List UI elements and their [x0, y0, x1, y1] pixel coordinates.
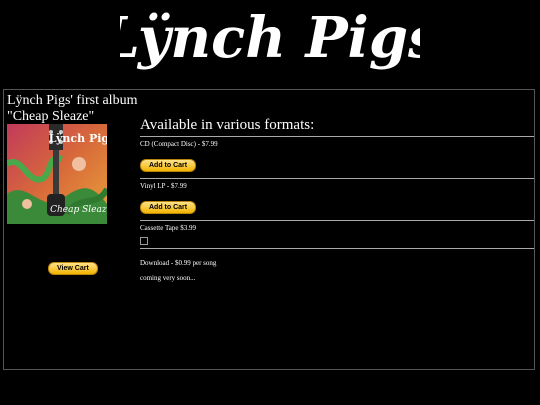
cover-text-bottom: Cheap Sleaze — [50, 205, 107, 215]
formats-section: Available in various formats: CD (Compac… — [140, 116, 534, 282]
album-title-line1: Lÿnch Pigs' first album — [7, 93, 138, 108]
album-title-line2: "Cheap Sleaze" — [7, 109, 95, 124]
format-cassette-label: Cassette Tape $3.99 — [140, 224, 196, 232]
site-logo: Lÿnch Pigs — [120, 5, 420, 71]
album-title: Lÿnch Pigs' first album "Cheap Sleaze" — [7, 93, 137, 125]
divider — [140, 136, 534, 137]
format-vinyl-label: Vinyl LP - $7.99 — [140, 182, 187, 190]
logo-text: Lÿnch Pigs — [120, 5, 420, 71]
album-cover-image: Lÿnch Pigs Cheap Sleaze — [7, 124, 107, 224]
format-cd-label: CD (Compact Disc) - $7.99 — [140, 140, 218, 148]
divider — [140, 178, 534, 179]
divider — [140, 220, 534, 221]
format-download-label: Download - $0.99 per song — [140, 259, 217, 267]
content-panel: Lÿnch Pigs' first album "Cheap Sleaze" L… — [3, 89, 535, 370]
cover-text-top: Lÿnch Pigs — [49, 132, 107, 145]
download-note: coming very soon... — [140, 274, 196, 282]
divider — [140, 248, 534, 249]
view-cart-button[interactable]: View Cart — [48, 262, 98, 275]
add-to-cart-vinyl-button[interactable]: Add to Cart — [140, 201, 197, 214]
formats-heading: Available in various formats: — [140, 117, 315, 133]
broken-image-icon[interactable] — [140, 237, 148, 245]
add-to-cart-cd-button[interactable]: Add to Cart — [140, 159, 197, 172]
